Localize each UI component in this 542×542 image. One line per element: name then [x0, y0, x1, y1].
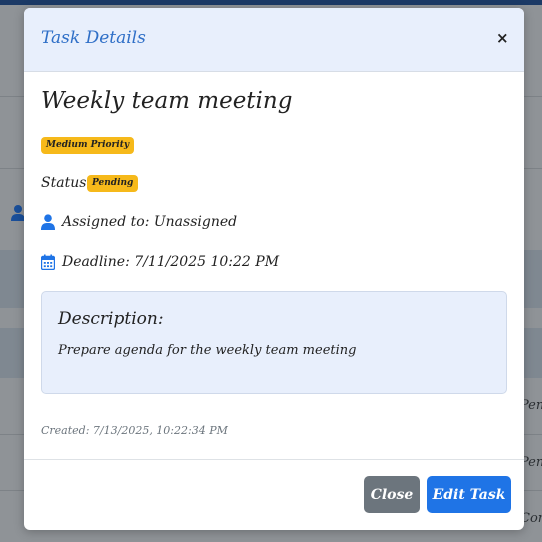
- modal-footer-divider: [24, 459, 524, 460]
- description-heading: Description:: [58, 309, 164, 329]
- priority-badge: Medium Priority: [41, 137, 135, 154]
- modal-title: Task Details: [41, 28, 146, 48]
- background-topbar: [0, 0, 542, 5]
- created-timestamp: Created: 7/13/2025, 10:22:34 PM: [41, 424, 228, 437]
- background-person-icon: [11, 205, 25, 221]
- deadline-row: Deadline: 7/11/2025 10:22 PM: [41, 252, 279, 272]
- assigned-row: Assigned to: Unassigned: [41, 212, 237, 232]
- task-title: Weekly team meeting: [41, 88, 293, 114]
- status-badge: Pending: [87, 175, 139, 192]
- calendar-icon: [41, 254, 55, 270]
- status-label: Status:: [41, 175, 92, 191]
- description-box: Description: Prepare agenda for the week…: [41, 291, 507, 394]
- close-button[interactable]: Close: [364, 476, 420, 513]
- task-details-modal: Task Details × Weekly team meeting Mediu…: [24, 8, 524, 530]
- person-icon: [41, 214, 55, 230]
- modal-header: Task Details ×: [24, 8, 524, 72]
- close-icon[interactable]: ×: [496, 29, 509, 47]
- deadline-text: Deadline: 7/11/2025 10:22 PM: [62, 254, 280, 270]
- description-text: Prepare agenda for the weekly team meeti…: [58, 343, 357, 358]
- edit-task-button[interactable]: Edit Task: [427, 476, 511, 513]
- assigned-text: Assigned to: Unassigned: [62, 214, 238, 230]
